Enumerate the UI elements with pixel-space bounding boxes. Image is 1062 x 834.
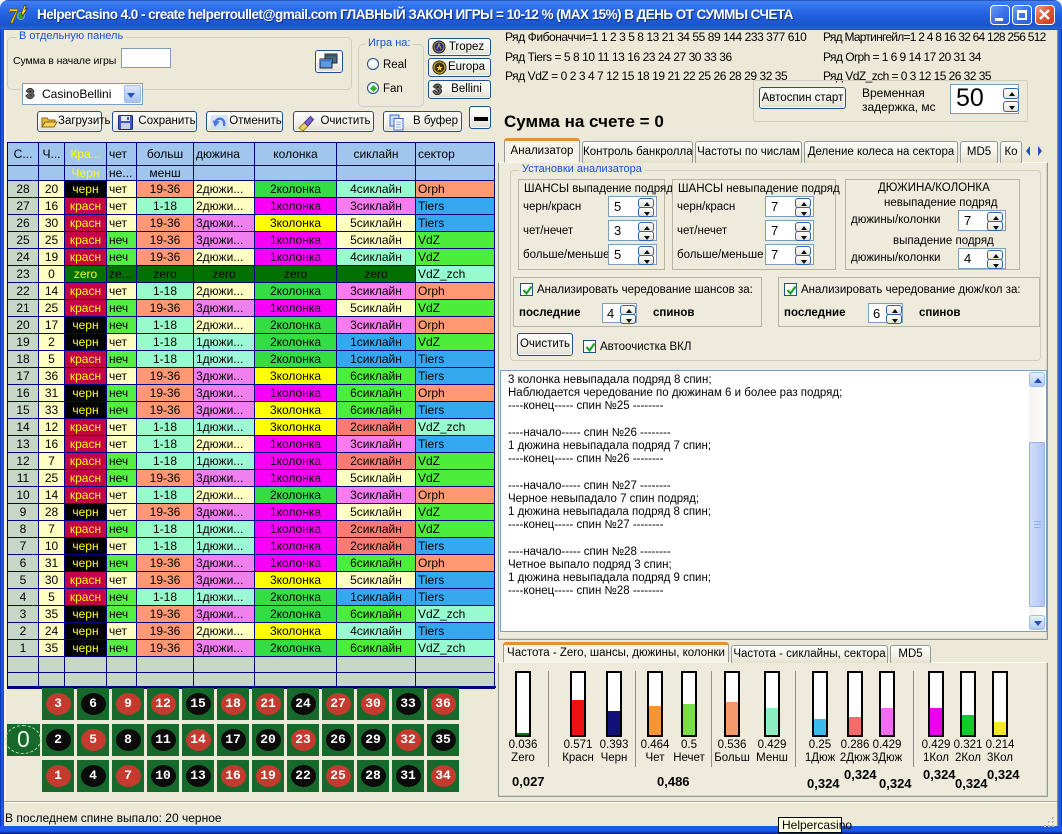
svg-text:★: ★ [435,63,443,73]
svg-text:7: 7 [8,4,19,26]
